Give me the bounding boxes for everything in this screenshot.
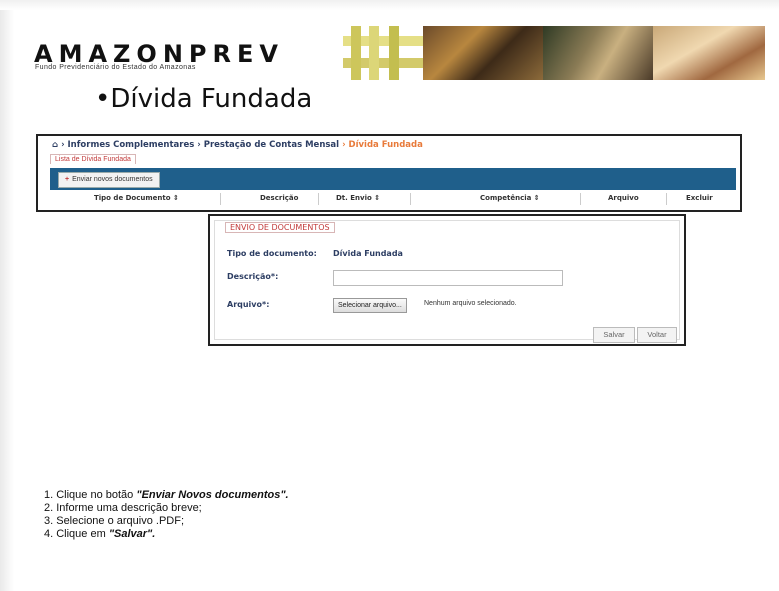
step4-emphasis: "Salvar". [108,528,156,540]
list-panel-screenshot: ⌂ › Informes Complementares › Prestação … [36,134,742,212]
column-divider [318,193,319,205]
column-competencia[interactable]: Competência ⇕ [480,194,540,202]
column-divider [220,193,221,205]
voltar-button[interactable]: Voltar [637,327,677,343]
upload-form-screenshot: ENVIO DE DOCUMENTOS Tipo de documento: D… [208,214,686,346]
table-header: Tipo de Documento ⇕ Descrição Dt. Envio … [50,192,736,206]
fieldset-legend: ENVIO DE DOCUMENTOS [225,222,335,233]
step4-text: 4. Clique em [44,528,109,540]
tipo-documento-label: Tipo de documento: [227,249,317,258]
column-divider [410,193,411,205]
descricao-input[interactable] [333,270,563,286]
column-excluir: Excluir [686,194,713,202]
salvar-button[interactable]: Salvar [593,327,635,343]
column-descricao: Descrição [260,194,299,202]
breadcrumb-current: › Dívida Fundada [342,140,423,150]
toolbar: + Enviar novos documentos [50,168,736,190]
instructions-list: 1. Clique no botão "Enviar Novos documen… [44,489,289,541]
header-banner-image [343,26,765,80]
step1-emphasis: "Enviar Novos documentos". [136,489,289,501]
tipo-documento-value: Dívida Fundada [333,249,403,258]
arquivo-label: Arquivo*: [227,300,270,309]
banner-photo-1 [423,26,543,80]
instruction-step-2: 2. Informe uma descrição breve; [44,502,202,514]
step1-text: 1. Clique no botão [44,489,137,501]
top-shadow [0,0,779,10]
column-arquivo: Arquivo [608,194,639,202]
logo-subtitle: Fundo Previdenciário do Estado do Amazon… [35,64,196,71]
banner-photo-2 [543,26,653,80]
banner-decoration [343,26,433,80]
column-tipo-documento[interactable]: Tipo de Documento ⇕ [94,194,179,202]
left-shadow [0,0,14,591]
column-dt-envio[interactable]: Dt. Envio ⇕ [336,194,380,202]
column-divider [580,193,581,205]
slide: AMAZONPREV Fundo Previdenciário do Estad… [0,0,779,591]
fieldset: ENVIO DE DOCUMENTOS Tipo de documento: D… [214,220,680,343]
column-divider [666,193,667,205]
file-status-text: Nenhum arquivo selecionado. [424,300,517,307]
instruction-step-1: 1. Clique no botão "Enviar Novos documen… [44,489,289,502]
tab-lista-divida-fundada[interactable]: Lista de Dívida Fundada [50,154,136,164]
instruction-step-3: 3. Selecione o arquivo .PDF; [44,515,185,527]
instruction-step-4: 4. Clique em "Salvar". [44,528,289,541]
select-file-button[interactable]: Selecionar arquivo... [333,298,407,313]
banner-photo-3 [653,26,765,80]
home-icon[interactable]: ⌂ [52,140,58,150]
slide-title: •Dívida Fundada [95,84,313,114]
enviar-label: Enviar novos documentos [72,176,153,183]
descricao-label: Descrição*: [227,272,279,281]
breadcrumb: ⌂ › Informes Complementares › Prestação … [52,140,423,150]
breadcrumb-prestacao[interactable]: › Prestação de Contas Mensal [197,140,339,150]
enviar-novos-documentos-button[interactable]: + Enviar novos documentos [58,172,160,188]
plus-icon: + [65,176,70,183]
breadcrumb-informes[interactable]: › Informes Complementares [61,140,194,150]
